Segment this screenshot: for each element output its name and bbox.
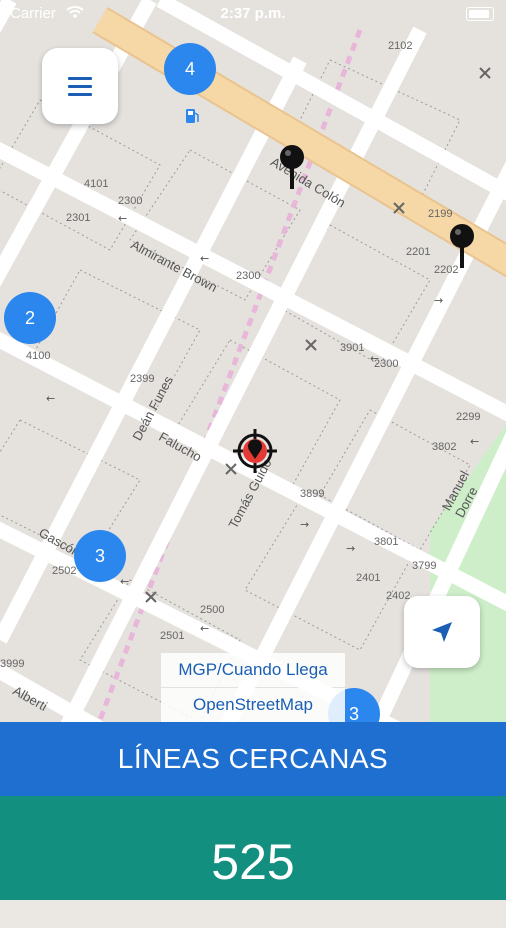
attribution-primary[interactable]: MGP/Cuando Llega xyxy=(161,653,345,687)
svg-text:←: ← xyxy=(120,575,129,588)
fuel-station-icon xyxy=(184,107,200,125)
svg-text:→: → xyxy=(300,518,309,531)
house-number: 3899 xyxy=(300,488,325,500)
house-number: 2300 xyxy=(374,358,399,370)
stop-pin-icon[interactable] xyxy=(278,143,306,191)
house-number: 2201 xyxy=(406,246,431,258)
route-line-item[interactable]: 525 xyxy=(0,796,506,900)
stop-cluster[interactable]: 2 xyxy=(4,292,56,344)
menu-button[interactable] xyxy=(42,48,118,124)
svg-text:←: ← xyxy=(46,392,55,405)
house-number: 3999 xyxy=(0,658,25,670)
route-line-number: 525 xyxy=(211,834,295,890)
status-bar: Carrier 2:37 p.m. xyxy=(0,0,506,28)
locate-me-button[interactable] xyxy=(404,596,480,668)
svg-text:→: → xyxy=(434,294,443,307)
svg-text:←: ← xyxy=(200,622,209,635)
svg-text:←: ← xyxy=(118,212,127,225)
svg-text:←: ← xyxy=(470,435,479,448)
house-number: 3799 xyxy=(412,560,437,572)
svg-text:←: ← xyxy=(200,252,209,265)
location-arrow-icon xyxy=(430,620,454,649)
house-number: 3901 xyxy=(340,342,365,354)
house-number: 3802 xyxy=(432,441,457,453)
status-time: 2:37 p.m. xyxy=(220,5,286,22)
house-number: 4101 xyxy=(84,178,109,190)
house-number: 2401 xyxy=(356,572,381,584)
house-number: 2300 xyxy=(236,270,261,282)
house-number: 2300 xyxy=(118,195,143,207)
house-number: 2199 xyxy=(428,208,453,220)
stop-pin-icon[interactable] xyxy=(448,222,476,270)
house-number: 2399 xyxy=(130,373,155,385)
attribution-secondary[interactable]: OpenStreetMap xyxy=(161,688,345,722)
nearby-lines-header: LÍNEAS CERCANAS xyxy=(0,722,506,796)
house-number: 2299 xyxy=(456,411,481,423)
house-number: 2102 xyxy=(388,40,413,52)
house-number: 3801 xyxy=(374,536,399,548)
svg-text:→: → xyxy=(346,542,355,555)
stop-cluster[interactable]: 3 xyxy=(74,530,126,582)
user-location-target-icon xyxy=(232,428,278,474)
battery-icon xyxy=(466,7,494,21)
stop-cluster[interactable]: 4 xyxy=(164,43,216,95)
house-number: 2501 xyxy=(160,630,185,642)
house-number: 4100 xyxy=(26,350,51,362)
house-number: 2301 xyxy=(66,212,91,224)
house-number: 2500 xyxy=(200,604,225,616)
house-number: 2502 xyxy=(52,565,77,577)
